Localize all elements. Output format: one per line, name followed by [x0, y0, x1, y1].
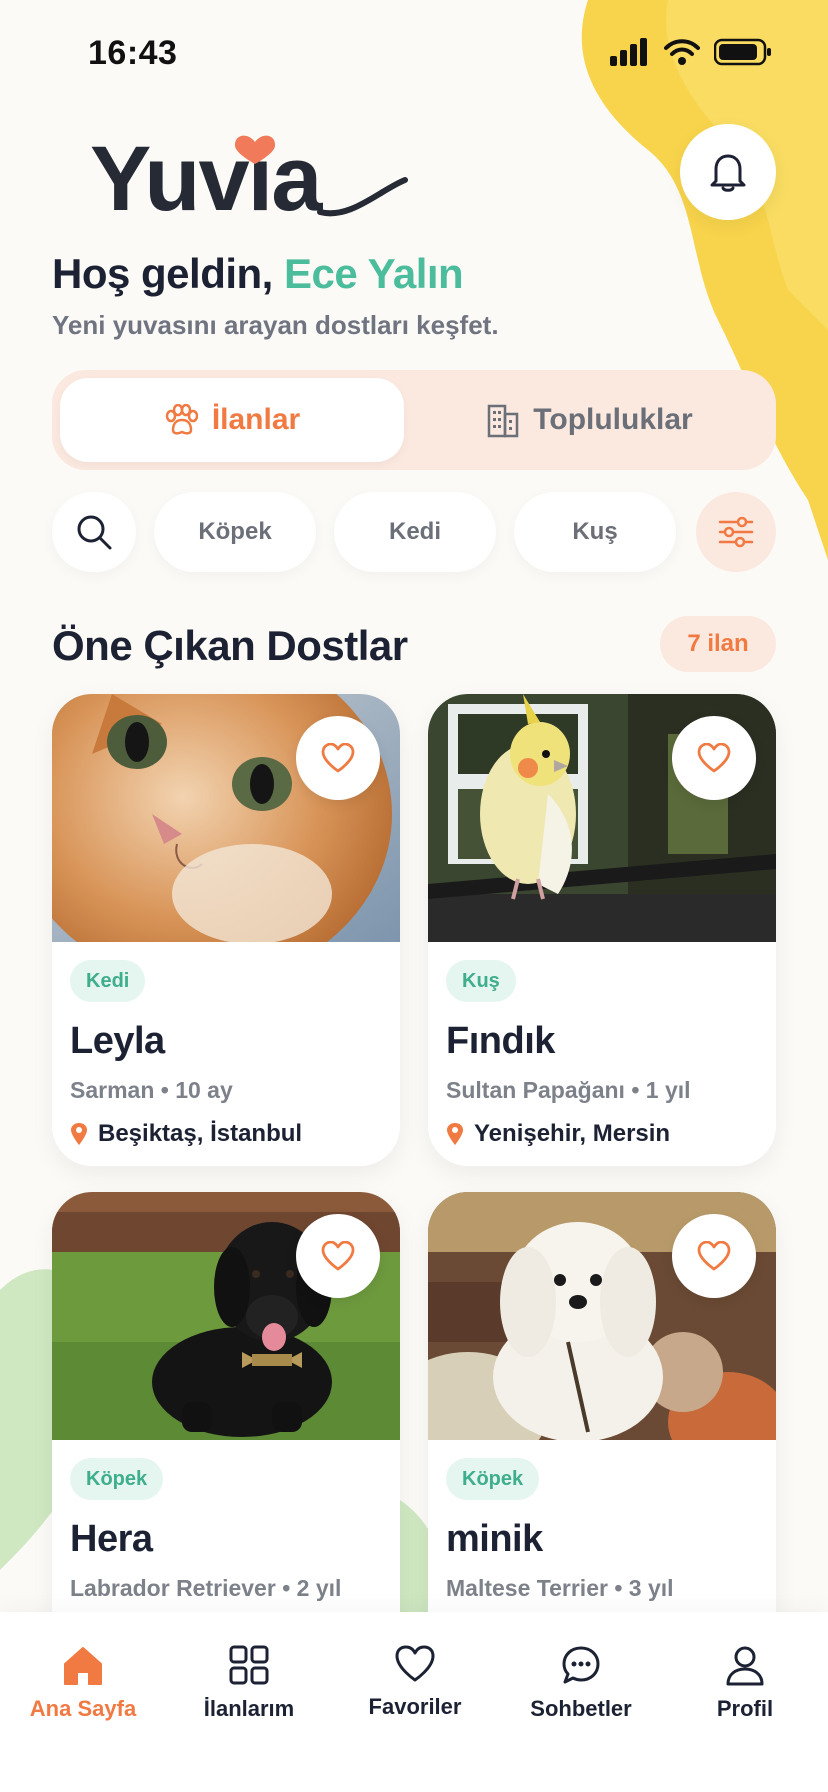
listing-count-badge: 7 ilan	[660, 616, 776, 672]
pet-type-tag: Köpek	[70, 1458, 164, 1500]
battery-icon	[714, 38, 771, 66]
filter-settings-button[interactable]	[696, 492, 776, 572]
nav-favorites[interactable]: Favoriler	[332, 1644, 498, 1720]
tab-listings-label: İlanlar	[211, 403, 301, 436]
heart-icon	[321, 1241, 355, 1271]
user-icon	[726, 1646, 764, 1686]
yuvia-logo: Yuvia	[90, 128, 408, 230]
nav-my-listings[interactable]: İlanlarım	[166, 1644, 332, 1722]
pet-card-body: Köpek minik Maltese Terrier • 3 yıl	[428, 1440, 776, 1602]
greeting-prefix: Hoş geldin,	[52, 250, 285, 297]
pet-breed-age: Labrador Retriever • 2 yıl	[70, 1575, 342, 1601]
home-icon	[64, 1647, 102, 1685]
listing-community-tabs: İlanlar Topluluklar	[52, 370, 776, 470]
status-icons	[610, 38, 772, 66]
pet-name: minik	[446, 1518, 543, 1560]
heart-icon	[697, 743, 731, 773]
status-bar: 16:43	[0, 0, 828, 100]
favorite-button[interactable]	[296, 1214, 380, 1298]
greeting-heading: Hoş geldin, Ece Yalın	[52, 250, 464, 298]
pet-name: Fındık	[446, 1020, 555, 1062]
nav-chats-label: Sohbetler	[530, 1696, 632, 1721]
pet-card-body: Kuş Fındık Sultan Papağanı • 1 yıl Yeniş…	[428, 942, 776, 1148]
search-button[interactable]	[52, 492, 136, 572]
section-title: Öne Çıkan Dostlar	[52, 622, 408, 669]
nav-profile[interactable]: Profil	[662, 1644, 828, 1722]
nav-home[interactable]: Ana Sayfa	[0, 1644, 166, 1722]
location-pin-icon	[447, 1123, 463, 1145]
pet-location: Beşiktaş, İstanbul	[70, 1120, 382, 1148]
nav-profile-label: Profil	[716, 1696, 774, 1721]
tab-listings[interactable]: İlanlar	[60, 378, 404, 462]
signal-icon	[610, 38, 647, 66]
tab-communities[interactable]: Topluluklar	[412, 378, 768, 462]
favorite-button[interactable]	[296, 716, 380, 800]
pet-location: Yenişehir, Mersin	[446, 1120, 758, 1148]
pet-card[interactable]: Köpek Hera Labrador Retriever • 2 yıl	[52, 1192, 400, 1652]
tab-communities-label: Topluluklar	[533, 403, 693, 436]
filter-chip-dog[interactable]: Köpek	[154, 492, 316, 572]
sliders-icon	[718, 516, 754, 548]
heart-icon	[321, 743, 355, 773]
filter-chip-bird[interactable]: Kuş	[514, 492, 676, 572]
nav-my-listings-label: İlanlarım	[203, 1696, 295, 1721]
filter-chip-cat[interactable]: Kedi	[334, 492, 496, 572]
pet-location-label: Yenişehir, Mersin	[474, 1120, 671, 1147]
bottom-navigation: Ana Sayfa İlanlarım Favoriler Sohbetler …	[0, 1612, 828, 1792]
pet-name: Hera	[70, 1518, 153, 1560]
location-pin-icon	[71, 1123, 87, 1145]
nav-home-label: Ana Sayfa	[29, 1696, 137, 1721]
chat-icon	[562, 1646, 600, 1684]
pet-breed-age: Maltese Terrier • 3 yıl	[446, 1575, 674, 1601]
pet-name: Leyla	[70, 1020, 165, 1062]
nav-chats[interactable]: Sohbetler	[498, 1644, 664, 1722]
pet-card[interactable]: Kuş Fındık Sultan Papağanı • 1 yıl Yeniş…	[428, 694, 776, 1166]
pet-breed-age: Sultan Papağanı • 1 yıl	[446, 1077, 691, 1103]
heart-icon	[697, 1241, 731, 1271]
notifications-button[interactable]	[680, 124, 776, 220]
pet-card[interactable]: Kedi Leyla Sarman • 10 ay Beşiktaş, İsta…	[52, 694, 400, 1166]
pet-card-body: Kedi Leyla Sarman • 10 ay Beşiktaş, İsta…	[52, 942, 400, 1148]
wifi-icon	[664, 39, 700, 65]
greeting-subtitle: Yeni yuvasını arayan dostları keşfet.	[52, 310, 499, 340]
building-icon	[488, 404, 519, 438]
bell-icon	[710, 154, 746, 192]
favorite-button[interactable]	[672, 716, 756, 800]
pet-type-tag: Köpek	[446, 1458, 540, 1500]
heart-icon	[395, 1645, 435, 1682]
search-icon	[77, 515, 112, 550]
user-name: Ece Yalın	[284, 250, 464, 297]
paw-icon	[165, 404, 198, 435]
grid-icon	[229, 1645, 269, 1685]
pet-location-label: Beşiktaş, İstanbul	[98, 1120, 303, 1147]
pet-card-body: Köpek Hera Labrador Retriever • 2 yıl	[52, 1440, 400, 1602]
svg-text:Yuvia: Yuvia	[90, 128, 323, 230]
favorite-button[interactable]	[672, 1214, 756, 1298]
pet-breed-age: Sarman • 10 ay	[70, 1077, 233, 1103]
pet-card[interactable]: Köpek minik Maltese Terrier • 3 yıl	[428, 1192, 776, 1652]
pet-type-tag: Kuş	[446, 960, 516, 1002]
filter-bar: Köpek Kedi Kuş	[52, 492, 776, 572]
nav-favorites-label: Favoriler	[368, 1694, 462, 1719]
status-time: 16:43	[88, 34, 178, 72]
pet-type-tag: Kedi	[70, 960, 146, 1002]
